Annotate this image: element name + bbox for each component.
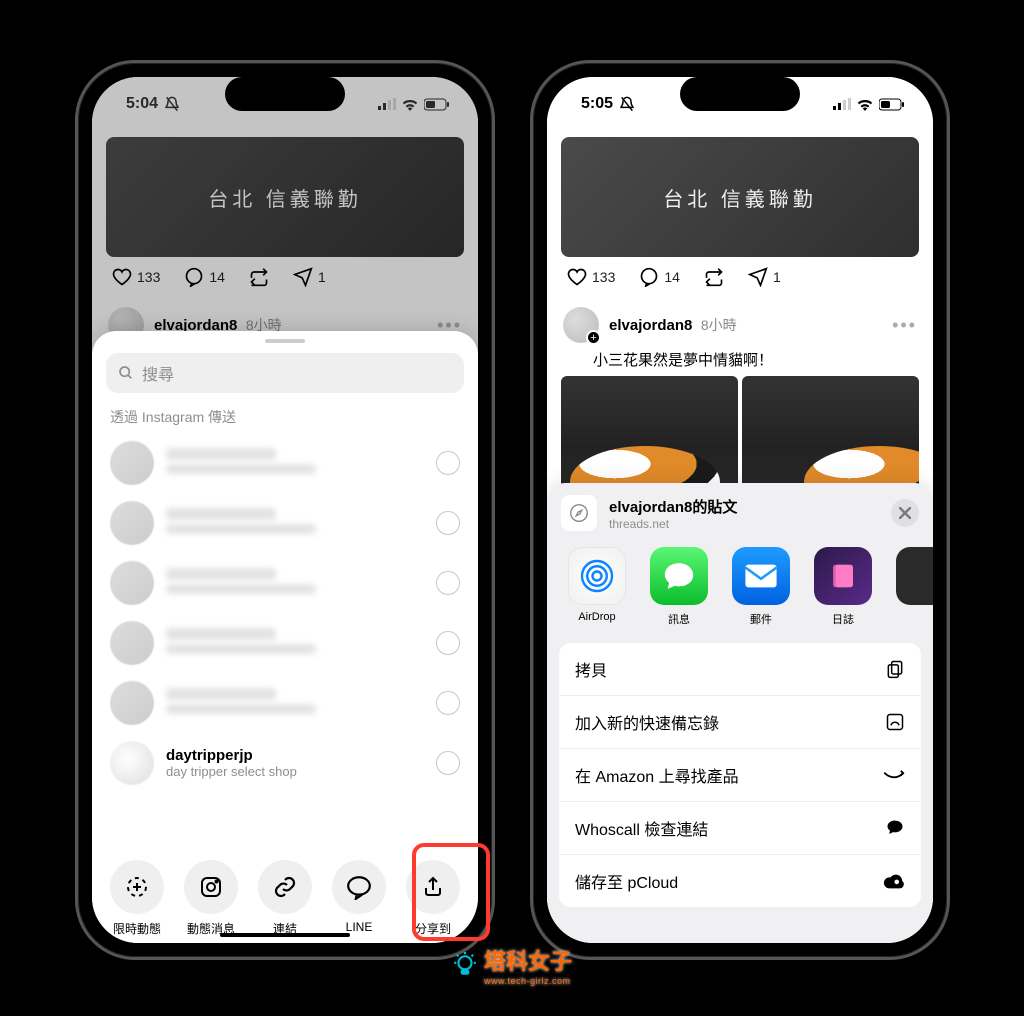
select-radio[interactable]	[436, 751, 460, 775]
screen-right: 5:05 台北 信義聯勤 133 14 1 +	[547, 77, 933, 943]
journal-icon	[828, 561, 858, 591]
send-icon	[748, 267, 768, 287]
app-journal[interactable]: 日誌	[811, 547, 875, 627]
dynamic-island	[680, 77, 800, 111]
app-more[interactable]	[893, 547, 933, 627]
screen-left: 5:04 台北 信義聯勤 133 14	[92, 77, 478, 943]
action-pcloud[interactable]: 儲存至 pCloud	[559, 855, 921, 907]
repost-icon	[704, 267, 724, 287]
user-row[interactable]	[92, 553, 478, 613]
ios-sheet-title: elvajordan8的貼文	[609, 496, 737, 517]
user-row[interactable]	[92, 673, 478, 733]
sheet-grabber[interactable]	[265, 339, 305, 343]
action-amazon[interactable]: 在 Amazon 上尋找產品	[559, 749, 921, 802]
select-radio[interactable]	[436, 451, 460, 475]
link-icon	[273, 875, 297, 899]
battery-icon	[879, 98, 905, 111]
app-mail[interactable]: 郵件	[729, 547, 793, 627]
repost-button[interactable]	[704, 267, 724, 287]
home-indicator[interactable]	[220, 933, 350, 937]
copy-icon	[885, 659, 905, 679]
user-sub: day tripper select shop	[166, 764, 424, 779]
ios-sheet-header: elvajordan8的貼文 threads.net	[547, 483, 933, 541]
like-button[interactable]: 133	[567, 267, 615, 287]
post-caption: 小三花果然是夢中情貓啊！	[547, 349, 933, 376]
action-list: 拷貝 加入新的快速備忘錄 在 Amazon 上尋找產品	[559, 643, 921, 907]
instagram-icon	[199, 875, 223, 899]
share-story[interactable]: 限時動態	[102, 860, 172, 937]
dynamic-island	[225, 77, 345, 111]
share-link[interactable]: 連結	[250, 860, 320, 937]
phone-left: 5:04 台北 信義聯勤 133 14	[75, 60, 495, 960]
more-icon[interactable]: •••	[892, 315, 917, 336]
action-copy[interactable]: 拷貝	[559, 643, 921, 696]
user-row[interactable]	[92, 613, 478, 673]
messages-icon	[662, 559, 696, 593]
annotation-highlight	[412, 843, 490, 941]
user-name: daytripperjp	[166, 747, 424, 764]
action-whoscall[interactable]: Whoscall 檢查連結	[559, 802, 921, 855]
bell-muted-icon	[619, 96, 635, 112]
quicknote-icon	[885, 712, 905, 732]
comment-icon	[639, 267, 659, 287]
feed-background-dimmed: 5:04 台北 信義聯勤 133 14	[92, 77, 478, 943]
watermark: 塔科女子 www.tech-girlz.com	[452, 944, 572, 986]
post-timestamp: 8小時	[701, 317, 737, 333]
post-username[interactable]: elvajordan8	[609, 317, 692, 334]
ios-share-sheet: elvajordan8的貼文 threads.net AirDrop 訊息	[547, 483, 933, 943]
pcloud-icon	[883, 873, 905, 889]
search-icon	[118, 365, 134, 381]
wifi-icon	[856, 98, 874, 111]
story-icon	[125, 875, 149, 899]
add-icon: +	[586, 330, 601, 345]
whoscall-icon	[885, 818, 905, 838]
status-time: 5:05	[581, 95, 613, 113]
app-messages[interactable]: 訊息	[647, 547, 711, 627]
select-radio[interactable]	[436, 631, 460, 655]
post-header: + elvajordan8 8小時 •••	[547, 297, 933, 353]
share-feed[interactable]: 動態消息	[176, 860, 246, 937]
close-icon	[899, 507, 911, 519]
ios-sheet-subtitle: threads.net	[609, 517, 737, 531]
select-radio[interactable]	[436, 571, 460, 595]
amazon-icon	[883, 769, 905, 781]
app-share-row[interactable]: AirDrop 訊息 郵件 日誌	[547, 541, 933, 635]
post-media: 台北 信義聯勤	[561, 137, 919, 257]
search-input[interactable]: 搜尋	[106, 353, 464, 393]
safari-thumb-icon	[561, 495, 597, 531]
select-radio[interactable]	[436, 511, 460, 535]
close-button[interactable]	[891, 499, 919, 527]
select-radio[interactable]	[436, 691, 460, 715]
user-row-daytripper[interactable]: daytripperjp day tripper select shop	[92, 733, 478, 793]
share-button[interactable]: 1	[748, 267, 781, 287]
section-title: 透過 Instagram 傳送	[92, 403, 478, 433]
user-row[interactable]	[92, 493, 478, 553]
post-actions-bar: 133 14 1	[547, 257, 933, 297]
airdrop-icon	[579, 558, 615, 594]
search-placeholder: 搜尋	[142, 361, 174, 385]
mail-icon	[744, 563, 778, 589]
signal-icon	[833, 98, 851, 110]
line-icon	[346, 874, 372, 900]
avatar[interactable]: +	[563, 307, 599, 343]
action-quicknote[interactable]: 加入新的快速備忘錄	[559, 696, 921, 749]
user-row[interactable]	[92, 433, 478, 493]
feed: 5:05 台北 信義聯勤 133 14 1 +	[547, 77, 933, 943]
share-line[interactable]: LINE	[324, 860, 394, 937]
app-airdrop[interactable]: AirDrop	[565, 547, 629, 627]
comment-button[interactable]: 14	[639, 267, 680, 287]
user-list: daytripperjp day tripper select shop	[92, 433, 478, 850]
phone-right: 5:05 台北 信義聯勤 133 14 1 +	[530, 60, 950, 960]
heart-icon	[567, 267, 587, 287]
lightbulb-icon	[452, 952, 478, 978]
